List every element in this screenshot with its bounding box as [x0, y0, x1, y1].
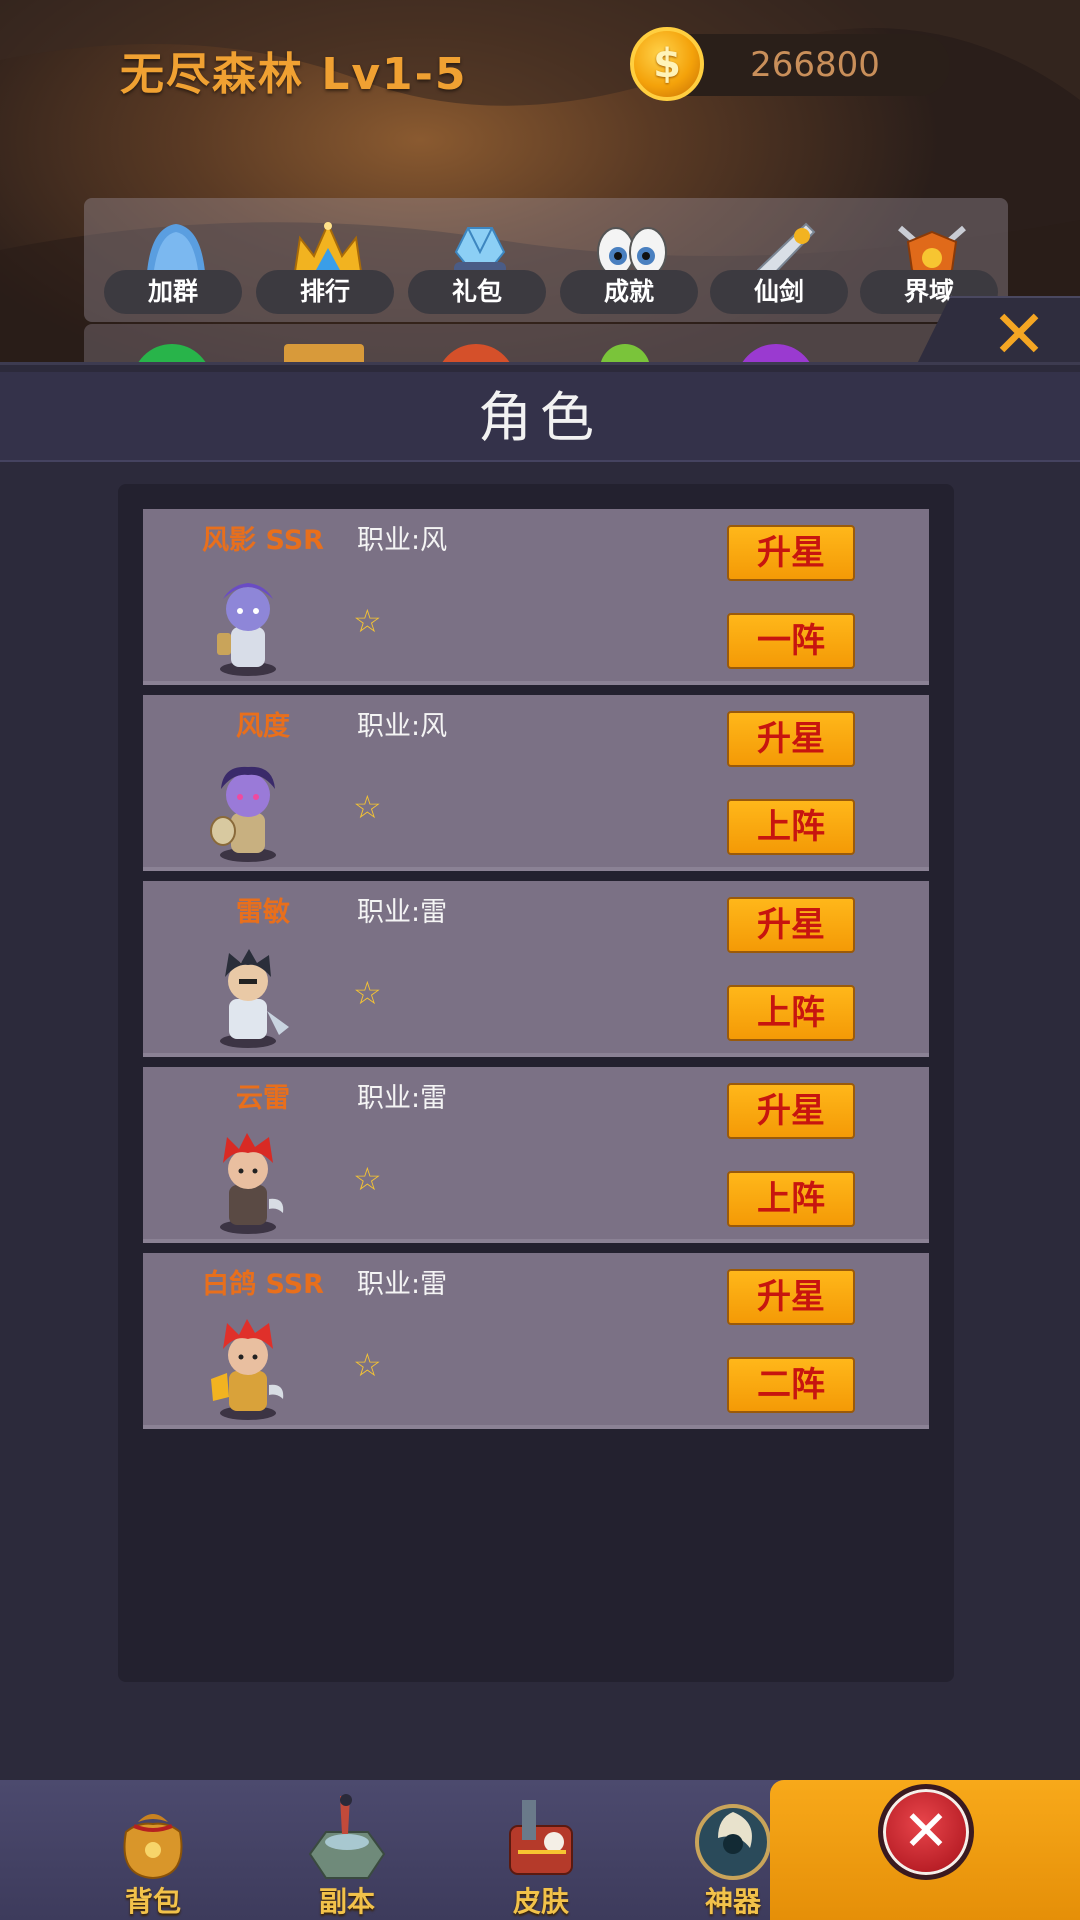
coin-icon: $ — [630, 27, 704, 101]
character-avatar-icon — [220, 949, 289, 1048]
upgrade-star-button[interactable]: 升星 — [727, 525, 855, 581]
nav-item-dungeon[interactable]: 副本 — [272, 1780, 422, 1920]
upgrade-star-button[interactable]: 升星 — [727, 1083, 855, 1139]
close-icon: ✕ — [902, 1799, 950, 1864]
character-name: 风影 SSR — [202, 525, 324, 556]
close-icon: ✕ — [991, 296, 1047, 373]
character-name: 云雷 — [236, 1083, 290, 1114]
nav-item-skin[interactable]: 皮肤 — [466, 1780, 616, 1920]
character-avatar-icon — [210, 766, 276, 862]
menu-label-achievement: 成就 — [560, 270, 698, 314]
character-job: 职业:风 — [357, 711, 448, 742]
character-avatar-icon — [217, 583, 276, 676]
character-job: 职业:雷 — [357, 1269, 448, 1300]
star-icon: ☆ — [353, 1160, 382, 1198]
nav-label-bag: 背包 — [124, 1885, 181, 1918]
bag-icon — [123, 1814, 183, 1880]
character-name: 白鸽 SSR — [202, 1269, 324, 1300]
sheet-title: 角色 — [478, 386, 602, 449]
skin-icon — [509, 1800, 573, 1875]
character-card: 白鸽 SSR 职业:雷 ☆ 升星 二阵 — [143, 1253, 929, 1429]
menu-item-group[interactable]: 加群 — [104, 214, 244, 314]
character-avatar-icon — [220, 1133, 284, 1234]
nav-label-skin: 皮肤 — [512, 1885, 569, 1918]
deploy-button[interactable]: 一阵 — [727, 613, 855, 669]
upgrade-star-button[interactable]: 升星 — [727, 1269, 855, 1325]
star-icon: ☆ — [353, 602, 382, 640]
character-card: 云雷 职业:雷 ☆ 升星 上阵 — [143, 1067, 929, 1243]
menu-label-ranking: 排行 — [256, 270, 394, 314]
menu-item-ranking[interactable]: 排行 — [256, 214, 396, 314]
character-name: 雷敏 — [236, 897, 290, 928]
dungeon-icon — [308, 1794, 386, 1879]
nav-label-dungeon: 副本 — [318, 1885, 375, 1918]
menu-label-sword: 仙剑 — [710, 270, 848, 314]
star-icon: ☆ — [353, 788, 382, 826]
deploy-button[interactable]: 上阵 — [727, 1171, 855, 1227]
character-name: 风度 — [236, 711, 290, 742]
deploy-button[interactable]: 上阵 — [727, 799, 855, 855]
upgrade-star-button[interactable]: 升星 — [727, 897, 855, 953]
menu-item-gift[interactable]: 礼包 — [408, 214, 548, 314]
menu-label-group: 加群 — [104, 270, 242, 314]
character-job: 职业:雷 — [357, 897, 448, 928]
character-card: 风影 SSR 职业:风 ☆ 升星 一阵 — [143, 509, 929, 685]
stage-title: 无尽森林 Lv1-5 — [120, 49, 468, 100]
star-icon: ☆ — [353, 1346, 382, 1384]
coin-balance: 266800 — [750, 45, 880, 85]
deploy-button[interactable]: 上阵 — [727, 985, 855, 1041]
artifact-icon — [695, 1804, 771, 1880]
character-card: 风度 职业:风 ☆ 升星 上阵 — [143, 695, 929, 871]
menu-item-sword[interactable]: 仙剑 — [710, 214, 850, 314]
character-card: 雷敏 职业:雷 ☆ 升星 上阵 — [143, 881, 929, 1057]
nav-item-bag[interactable]: 背包 — [78, 1780, 228, 1920]
menu-label-gift: 礼包 — [408, 270, 546, 314]
star-icon: ☆ — [353, 974, 382, 1012]
character-job: 职业:雷 — [357, 1083, 448, 1114]
coin-symbol: $ — [653, 41, 681, 87]
close-button[interactable]: ✕ — [878, 1784, 974, 1880]
character-job: 职业:风 — [357, 525, 448, 556]
menu-item-achievement[interactable]: 成就 — [560, 214, 700, 314]
deploy-button[interactable]: 二阵 — [727, 1357, 855, 1413]
upgrade-star-button[interactable]: 升星 — [727, 711, 855, 767]
character-avatar-icon — [211, 1319, 284, 1420]
